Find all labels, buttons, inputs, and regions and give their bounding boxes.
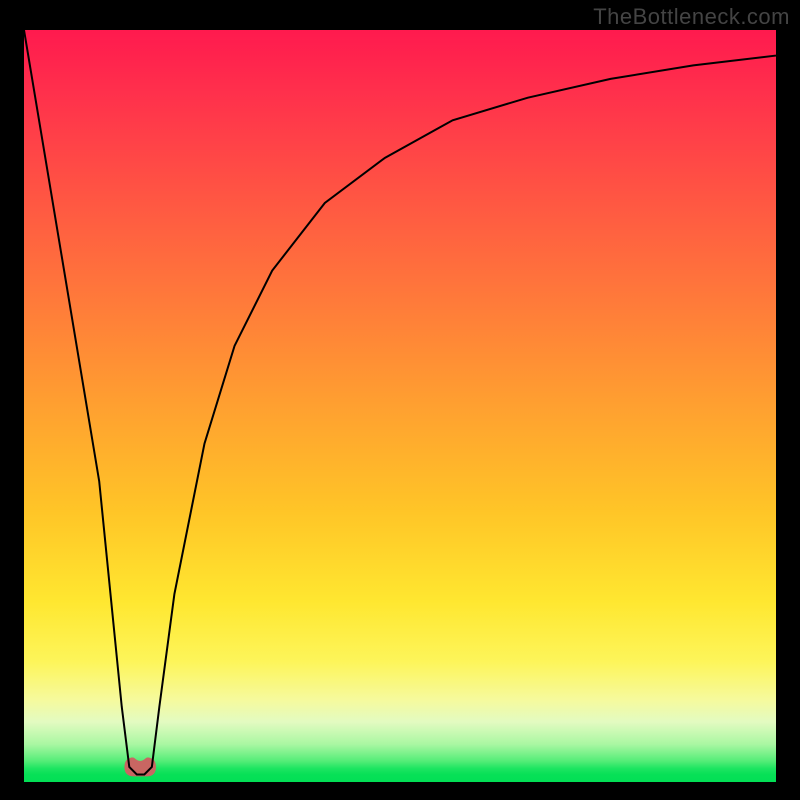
watermark-text: TheBottleneck.com (593, 4, 790, 30)
plot-area (24, 30, 776, 782)
curve-layer (24, 30, 776, 782)
bottleneck-curve (24, 30, 776, 774)
chart-frame: TheBottleneck.com (0, 0, 800, 800)
